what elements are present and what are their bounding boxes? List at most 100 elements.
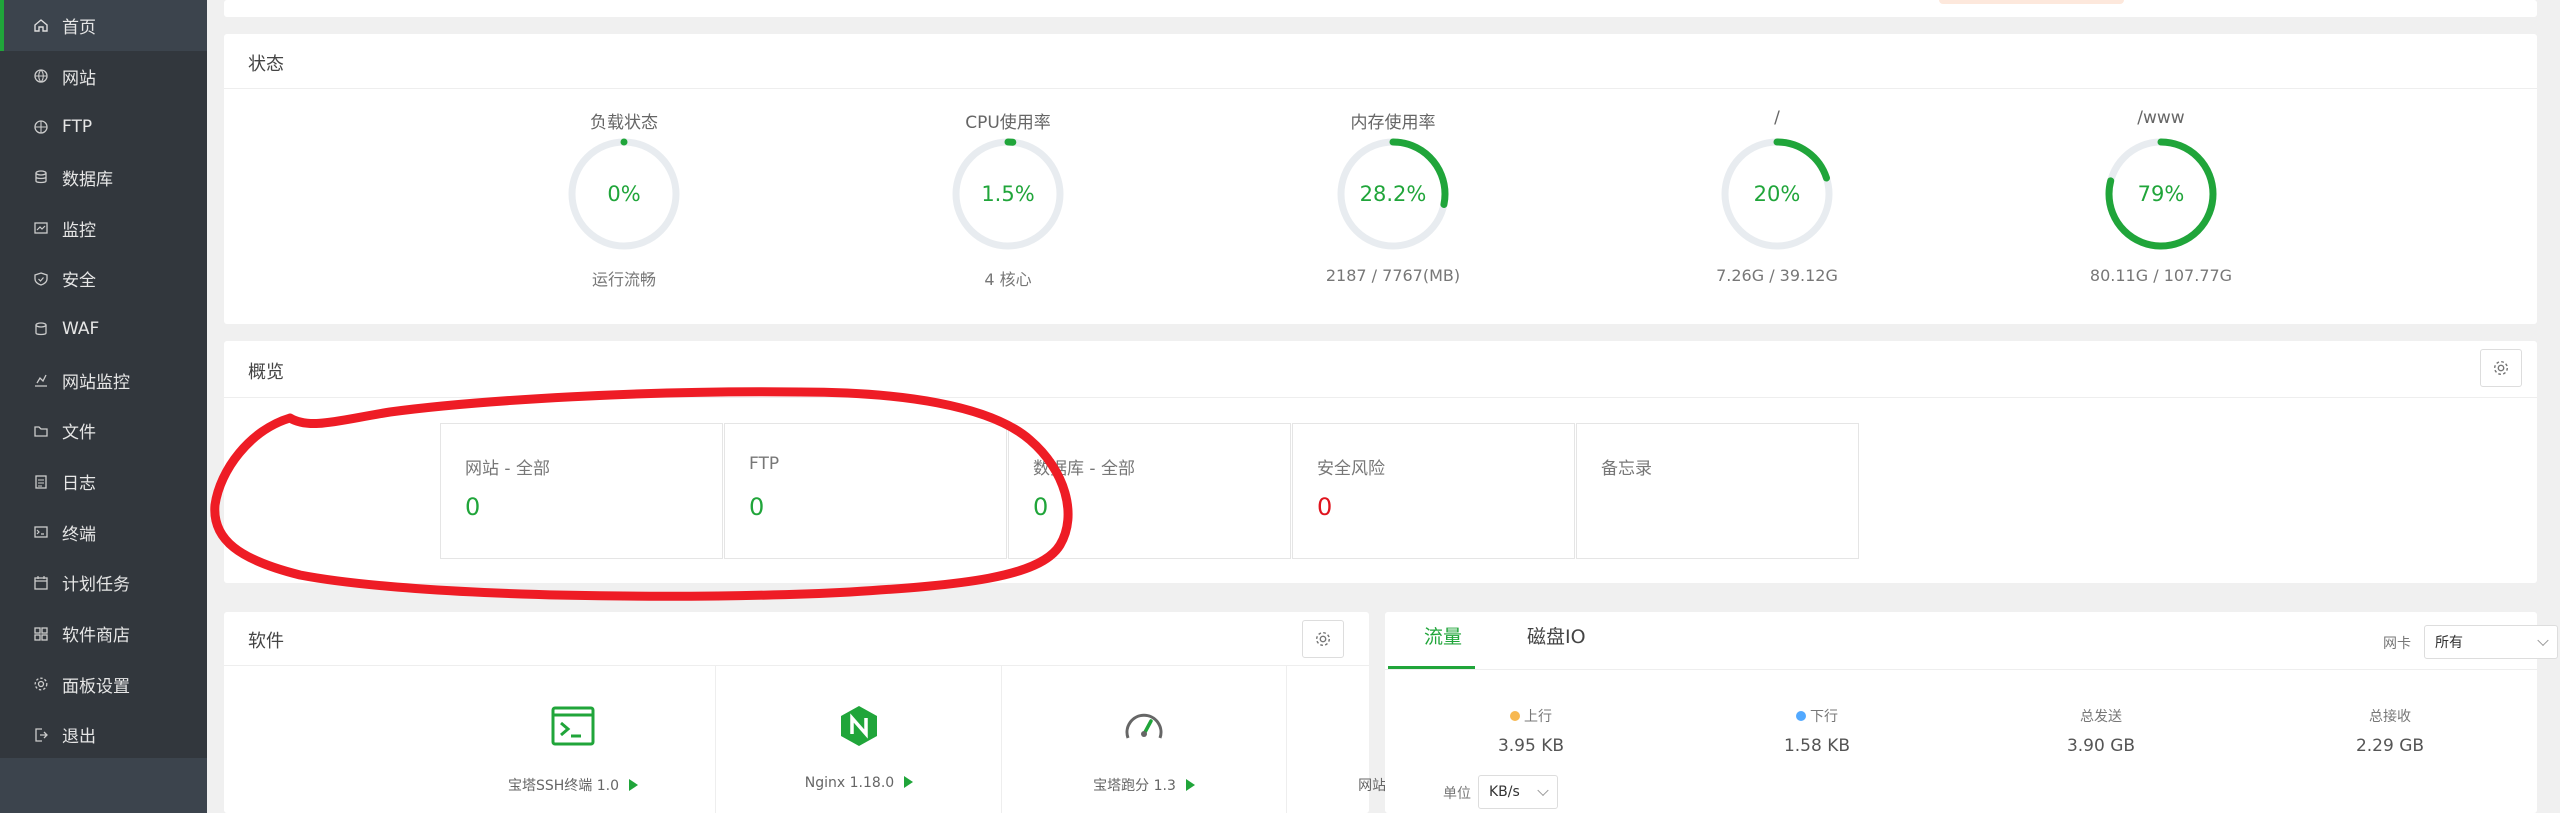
traffic-stat-value: 3.95 KB (1497, 736, 1565, 756)
overview-item[interactable]: 网站 - 全部 0 (440, 423, 723, 559)
status-gauge: 内存使用率 28.2% 2187 / 7767(MB) (1273, 108, 1513, 285)
legend-dot-icon (1510, 711, 1520, 721)
sidebar-footer (0, 758, 207, 813)
software-item-name: Nginx 1.18.0 (804, 775, 895, 791)
sidebar-item-label: 网站监控 (62, 372, 130, 393)
sidebar-item-label: 日志 (62, 474, 96, 495)
status-gauge: 负载状态 0% 运行流畅 (504, 108, 744, 290)
unit-select[interactable]: KB/s (1478, 775, 1558, 809)
sidebar-item-10[interactable]: 日志 (0, 456, 207, 507)
sidebar-item-label: 文件 (62, 423, 96, 444)
sidebar-item-3[interactable]: FTP (0, 101, 207, 152)
status-gauge: /www 79% 80.11G / 107.77G (2041, 108, 2281, 285)
gauge-ring: 1.5% (948, 134, 1068, 254)
overview-item-value: 0 (749, 493, 765, 521)
tab-traffic[interactable]: 流量 (1424, 622, 1462, 649)
legend-dot-icon (1796, 711, 1806, 721)
overview-item-label: 数据库 - 全部 (1033, 459, 1135, 479)
sidebar-item-15[interactable]: 退出 (0, 710, 207, 761)
software-title: 软件 (248, 631, 284, 652)
overview-item-value: 0 (1317, 493, 1333, 521)
overview-item-value: 0 (1033, 493, 1049, 521)
software-item[interactable]: 宝塔SSH终端 1.0 (431, 665, 716, 813)
sidebar-item-13[interactable]: 软件商店 (0, 608, 207, 659)
store-icon (32, 625, 50, 643)
overview-item[interactable]: 备忘录 (1576, 423, 1859, 559)
traffic-stat: 总接收 2.29 GB (2280, 706, 2500, 756)
software-settings-button[interactable] (1302, 620, 1344, 658)
sidebar-item-label: WAF (62, 319, 100, 340)
gauge-ring: 79% (2101, 134, 2221, 254)
top-card (224, 0, 2537, 17)
chevron-down-icon (2537, 634, 2549, 647)
sidebar-item-9[interactable]: 文件 (0, 406, 207, 457)
gauge-value[interactable]: 0% (564, 134, 684, 254)
nic-select[interactable]: 所有 (2424, 625, 2558, 659)
play-icon[interactable] (1185, 779, 1195, 791)
gauge-label: / (1774, 108, 1780, 128)
waf-icon (32, 320, 50, 338)
gauge-ring: 28.2% (1333, 134, 1453, 254)
traffic-stat: 下行 1.58 KB (1707, 706, 1927, 756)
gauge-value[interactable]: 28.2% (1333, 134, 1453, 254)
traffic-stat-label: 下行 (1810, 709, 1838, 725)
traffic-stat-value: 3.90 GB (2066, 736, 2136, 756)
gauge-label: /www (2137, 108, 2185, 128)
traffic-stat: 总发送 3.90 GB (1991, 706, 2211, 756)
gauge-ring: 20% (1717, 134, 1837, 254)
terminal-icon (32, 523, 50, 541)
sidebar-item-11[interactable]: 终端 (0, 507, 207, 558)
sidebar-item-8[interactable]: 网站监控 (0, 355, 207, 406)
software-item-name: 宝塔跑分 1.3 (1093, 778, 1176, 794)
sidebar-item-5[interactable]: 监控 (0, 203, 207, 254)
sidebar-item-label: 安全 (62, 271, 96, 292)
gauge-ring: 0% (564, 134, 684, 254)
sidebar-item-label: 退出 (62, 727, 96, 748)
sidebar-item-label: 监控 (62, 220, 96, 241)
nic-select-value: 所有 (2435, 635, 2463, 651)
overview-item-label: 安全风险 (1317, 459, 1385, 479)
sidebar-item-1[interactable]: 首页 (0, 0, 207, 51)
gauge-detail: 80.11G / 107.77G (2089, 266, 2233, 285)
tab-disk-io[interactable]: 磁盘IO (1527, 622, 1586, 649)
active-tab-indicator (1388, 666, 1475, 669)
globe-icon (32, 67, 50, 85)
sidebar-item-12[interactable]: 计划任务 (0, 558, 207, 609)
unit-label: 单位 (1443, 786, 1471, 802)
status-gauge: / 20% 7.26G / 39.12G (1657, 108, 1897, 285)
unit-select-value: KB/s (1489, 784, 1520, 800)
sidebar-item-14[interactable]: 面板设置 (0, 659, 207, 710)
monitor-icon (32, 219, 50, 237)
software-item[interactable]: 宝塔跑分 1.3 (1002, 665, 1287, 813)
gauge-detail: 7.26G / 39.12G (1716, 266, 1838, 285)
gauge-value[interactable]: 1.5% (948, 134, 1068, 254)
play-icon[interactable] (629, 779, 638, 791)
sidebar-item-label: 网站 (62, 68, 96, 89)
sidebar-item-label: 面板设置 (62, 676, 130, 697)
traffic-stat-label: 总发送 (2080, 709, 2122, 725)
traffic-stat-value: 2.29 GB (2355, 736, 2425, 756)
log-icon (32, 473, 50, 491)
sidebar-item-label: 软件商店 (62, 626, 130, 647)
folder-icon (32, 422, 50, 440)
traffic-stat-label: 上行 (1524, 709, 1552, 725)
overview-item[interactable]: FTP 0 (724, 423, 1007, 559)
sidebar-item-4[interactable]: 数据库 (0, 152, 207, 203)
gauge-label: 负载状态 (590, 113, 658, 133)
overview-item[interactable]: 安全风险 0 (1292, 423, 1575, 559)
database-icon (32, 168, 50, 186)
top-card-highlight (1939, 0, 2124, 4)
sidebar-item-2[interactable]: 网站 (0, 51, 207, 102)
gauge-label: CPU使用率 (965, 113, 1051, 133)
chevron-down-icon (1537, 784, 1549, 797)
gauge-value[interactable]: 79% (2101, 134, 2221, 254)
sidebar-item-6[interactable]: 安全 (0, 253, 207, 304)
overview-settings-button[interactable] (2480, 349, 2522, 387)
gear-icon (1315, 631, 1331, 647)
overview-item[interactable]: 数据库 - 全部 0 (1008, 423, 1291, 559)
gauge-value[interactable]: 20% (1717, 134, 1837, 254)
play-icon[interactable] (904, 776, 914, 788)
sidebar-item-7[interactable]: WAF (0, 304, 207, 355)
logout-icon (32, 726, 50, 744)
software-item[interactable]: Nginx 1.18.0 (717, 665, 1002, 813)
